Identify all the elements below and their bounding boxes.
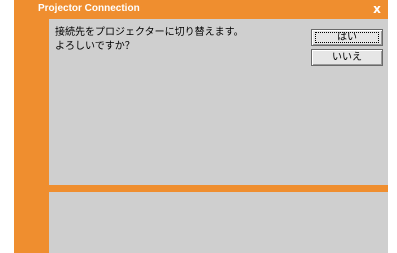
no-button[interactable]: いいえ	[311, 49, 383, 66]
focus-rectangle	[315, 32, 379, 43]
lower-panel	[49, 192, 388, 253]
confirm-message: 接続先をプロジェクターに切り替えます。 よろしいですか？	[55, 26, 244, 54]
message-line-1: 接続先をプロジェクターに切り替えます。	[55, 27, 244, 38]
no-button-label: いいえ	[332, 52, 362, 63]
message-line-2: よろしいですか？	[55, 41, 135, 52]
window-title: Projector Connection	[38, 3, 140, 14]
yes-button[interactable]: はい	[311, 29, 383, 46]
close-button[interactable]: x	[370, 2, 384, 16]
dialog-panel: 接続先をプロジェクターに切り替えます。 よろしいですか？ はい いいえ	[49, 19, 388, 185]
